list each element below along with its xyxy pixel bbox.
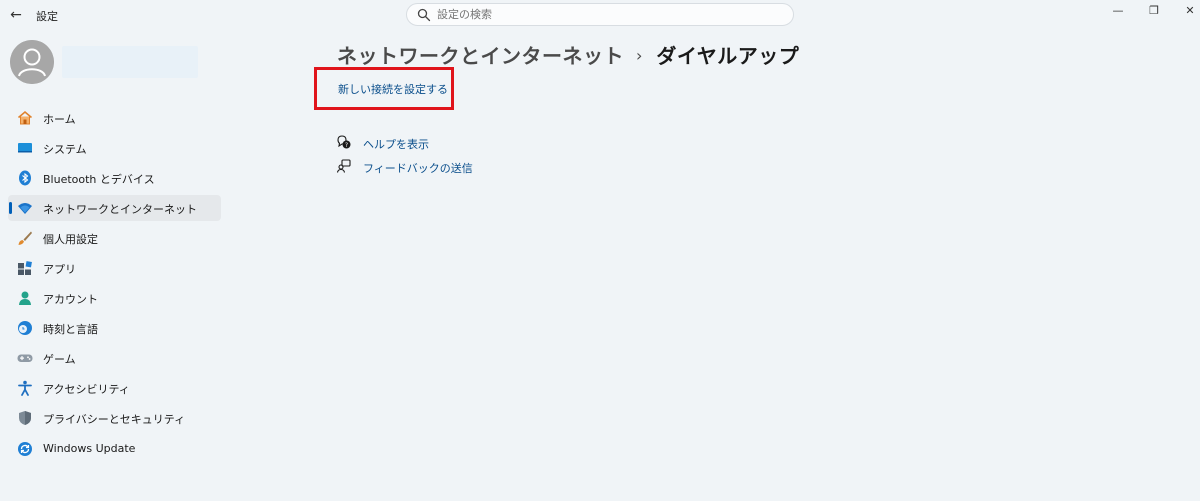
help-link-row[interactable]: ? ヘルプを表示 (337, 135, 537, 153)
sidebar-item-label: システム (43, 143, 87, 156)
sidebar-item-label: ホーム (43, 113, 76, 126)
minimize-button[interactable]: — (1104, 2, 1132, 20)
home-icon (17, 110, 33, 125)
setup-new-connection-link[interactable]: 新しい接続を設定する (338, 81, 448, 97)
shield-icon (19, 411, 31, 425)
sidebar-item-windows-update[interactable]: Windows Update (8, 436, 221, 462)
time-language-icon (18, 321, 32, 335)
app-title: 設定 (36, 10, 58, 23)
system-monitor-icon (18, 143, 32, 153)
back-arrow-icon: ← (10, 7, 22, 23)
sidebar-item-label: Bluetooth とデバイス (43, 173, 155, 186)
selection-indicator (9, 202, 12, 214)
sidebar-item-accounts[interactable]: アカウント (8, 285, 221, 311)
apps-icon (18, 261, 32, 275)
sidebar-item-home[interactable]: ホーム (8, 105, 221, 131)
svg-text:?: ? (345, 142, 348, 149)
sidebar-item-label: 個人用設定 (43, 233, 98, 246)
maximize-button[interactable]: ❐ (1140, 2, 1168, 20)
sidebar-item-label: ゲーム (43, 353, 76, 366)
sidebar-item-label: 時刻と言語 (43, 323, 98, 336)
sidebar-item-label: アカウント (43, 293, 98, 306)
sidebar-item-network[interactable]: ネットワークとインターネット (8, 195, 221, 221)
breadcrumb-separator: › (636, 46, 643, 65)
sidebar-item-apps[interactable]: アプリ (8, 255, 221, 281)
sidebar-item-personalization[interactable]: 個人用設定 (8, 225, 221, 251)
wifi-icon (18, 203, 32, 214)
sidebar-item-label: プライバシーとセキュリティ (43, 413, 186, 426)
sidebar-item-label: Windows Update (43, 442, 136, 455)
send-feedback-link[interactable]: フィードバックの送信 (363, 160, 473, 176)
feedback-link-row[interactable]: フィードバックの送信 (337, 159, 537, 177)
avatar[interactable] (10, 40, 54, 84)
paintbrush-icon (18, 231, 32, 245)
sidebar-item-time-language[interactable]: 時刻と言語 (8, 315, 221, 341)
search-input[interactable] (437, 7, 777, 22)
sidebar-item-label: ネットワークとインターネット (43, 203, 197, 216)
sidebar-item-accessibility[interactable]: アクセシビリティ (8, 375, 221, 401)
close-button[interactable]: ✕ (1176, 2, 1200, 20)
sidebar-item-label: アクセシビリティ (43, 383, 130, 396)
gamepad-icon (17, 354, 33, 362)
accessibility-icon (18, 380, 32, 396)
account-icon (19, 291, 31, 305)
search-icon (417, 8, 431, 22)
windows-update-icon (18, 442, 32, 456)
show-help-link[interactable]: ヘルプを表示 (363, 136, 429, 152)
back-button[interactable]: ← (6, 6, 26, 24)
sidebar-item-gaming[interactable]: ゲーム (8, 345, 221, 371)
search-box[interactable] (406, 3, 794, 26)
help-chat-icon: ? (337, 135, 351, 149)
breadcrumb-parent-link[interactable]: ネットワークとインターネット (337, 44, 624, 68)
bluetooth-icon (19, 170, 31, 186)
page-title: ダイヤルアップ (656, 44, 800, 68)
sidebar-item-label: アプリ (43, 263, 76, 276)
sidebar-item-bluetooth[interactable]: Bluetooth とデバイス (8, 165, 221, 191)
person-icon (10, 40, 54, 84)
breadcrumb: ネットワークとインターネット › ダイヤルアップ (337, 40, 799, 68)
feedback-icon (337, 159, 351, 173)
profile-name-area (62, 46, 198, 78)
sidebar-item-system[interactable]: システム (8, 135, 221, 161)
sidebar-item-privacy-security[interactable]: プライバシーとセキュリティ (8, 405, 221, 431)
